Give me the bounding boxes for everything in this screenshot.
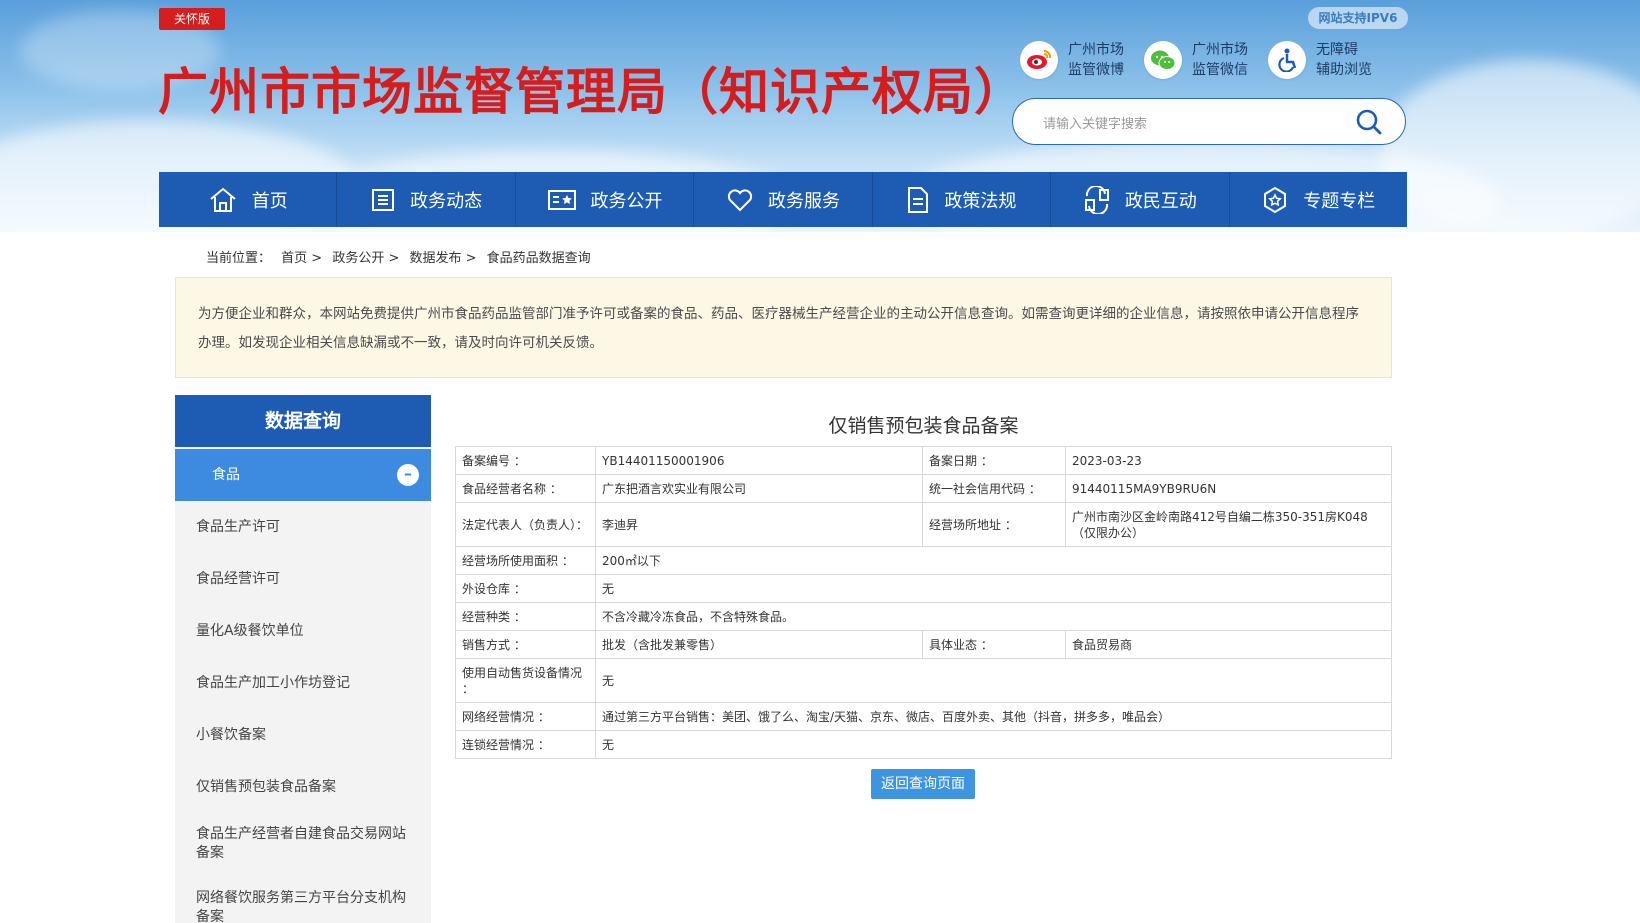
breadcrumb: 当前位置： 首页 > 政务公开 > 数据发布 > 食品药品数据查询: [206, 251, 591, 266]
table-row: 食品经营者名称 ： 广东把酒言欢实业有限公司 统一社会信用代码 ： 914401…: [455, 474, 1392, 503]
site-title: 广州市市场监督管理局（知识产权局）: [158, 62, 1025, 121]
news-icon: [372, 188, 395, 211]
table-row: 外设仓库 ： 无: [455, 574, 1392, 603]
sidebar: 数据查询 食品 – 食品生产许可 食品经营许可 量化A级餐饮单位 食品生产加工小…: [175, 395, 431, 923]
nav-home[interactable]: 首页: [159, 172, 338, 227]
nav-service[interactable]: 政务服务: [694, 172, 873, 227]
nav-interaction[interactable]: 政民互动: [1051, 172, 1230, 227]
ipv6-badge: 网站支持IPV6: [1308, 7, 1408, 29]
heart-icon: [727, 188, 753, 211]
sidebar-category-food[interactable]: 食品 –: [175, 449, 431, 501]
table-row: 备案编号 ： YB14401150001906 备案日期 ： 2023-03-2…: [455, 446, 1392, 475]
weibo-icon: [1020, 41, 1058, 79]
table-row: 使用自动售货设备情况 ： 无: [455, 658, 1392, 703]
collapse-icon[interactable]: –: [397, 464, 419, 486]
table-row: 经营场所使用面积 ： 200㎡以下: [455, 546, 1392, 575]
sidebar-item-food-business-license[interactable]: 食品经营许可: [175, 553, 431, 605]
back-to-query-button[interactable]: 返回查询页面: [871, 769, 975, 799]
breadcrumb-open-govt[interactable]: 政务公开 >: [332, 251, 399, 266]
open-govt-icon: [547, 189, 576, 210]
nav-special[interactable]: 专题专栏: [1230, 172, 1407, 227]
sidebar-item-small-workshop[interactable]: 食品生产加工小作坊登记: [175, 657, 431, 709]
nav-policy[interactable]: 政策法规: [873, 172, 1052, 227]
breadcrumb-home[interactable]: 首页 >: [281, 251, 322, 266]
search-input[interactable]: 请输入关键字搜索: [1043, 113, 1147, 132]
quick-link-accessibility[interactable]: 无障碍 辅助浏览: [1268, 40, 1386, 80]
notice-box: 为方便企业和群众，本网站免费提供广州市食品药品监管部门准予许可或备案的食品、药品…: [175, 277, 1392, 378]
record-title: 仅销售预包装食品备案: [828, 415, 1019, 437]
sidebar-item-prepackaged-food[interactable]: 仅销售预包装食品备案: [175, 761, 431, 813]
sidebar-title: 数据查询: [175, 395, 431, 447]
nav-open-govt[interactable]: 政务公开: [516, 172, 695, 227]
search-box[interactable]: 请输入关键字搜索: [1012, 98, 1406, 145]
nav-news[interactable]: 政务动态: [337, 172, 516, 227]
sidebar-item-small-catering[interactable]: 小餐饮备案: [175, 709, 431, 761]
table-row: 销售方式 ： 批发（含批发兼零售） 具体业态 ： 食品贸易商: [455, 630, 1392, 659]
star-badge-icon: [1264, 186, 1287, 213]
quick-link-wechat[interactable]: 广州市场 监管微信: [1144, 40, 1262, 80]
interaction-icon: [1084, 185, 1109, 214]
wechat-icon: [1144, 41, 1182, 79]
table-row: 网络经营情况 ： 通过第三方平台销售：美团、饿了么、淘宝/天猫、京东、微店、百度…: [455, 702, 1392, 731]
home-icon: [210, 187, 236, 212]
breadcrumb-current[interactable]: 食品药品数据查询: [487, 251, 591, 266]
table-row: 连锁经营情况 ： 无: [455, 730, 1392, 759]
sidebar-item-third-party-platform[interactable]: 网络餐饮服务第三方平台分支机构备案: [175, 877, 431, 923]
sidebar-item-self-built-website[interactable]: 食品生产经营者自建食品交易网站备案: [175, 813, 431, 877]
sidebar-item-a-grade-catering[interactable]: 量化A级餐饮单位: [175, 605, 431, 657]
table-row: 经营种类 ： 不含冷藏冷冻食品，不含特殊食品。: [455, 602, 1392, 631]
document-icon: [908, 186, 929, 213]
table-row: 法定代表人（负责人）： 李迪昇 经营场所地址 ： 广州市南沙区金岭南路412号自…: [455, 502, 1392, 547]
breadcrumb-data-release[interactable]: 数据发布 >: [410, 251, 477, 266]
record-table: 备案编号 ： YB14401150001906 备案日期 ： 2023-03-2…: [455, 446, 1392, 759]
sidebar-item-food-production-license[interactable]: 食品生产许可: [175, 501, 431, 553]
search-icon[interactable]: [1355, 108, 1383, 136]
care-version-badge[interactable]: 关怀版: [159, 8, 225, 30]
quick-link-weibo[interactable]: 广州市场 监管微博: [1020, 40, 1138, 80]
main-nav: 首页 政务动态 政务公开 政务服务 政策法规 政民互动 专题专栏: [159, 172, 1407, 227]
accessibility-icon: [1268, 41, 1306, 79]
